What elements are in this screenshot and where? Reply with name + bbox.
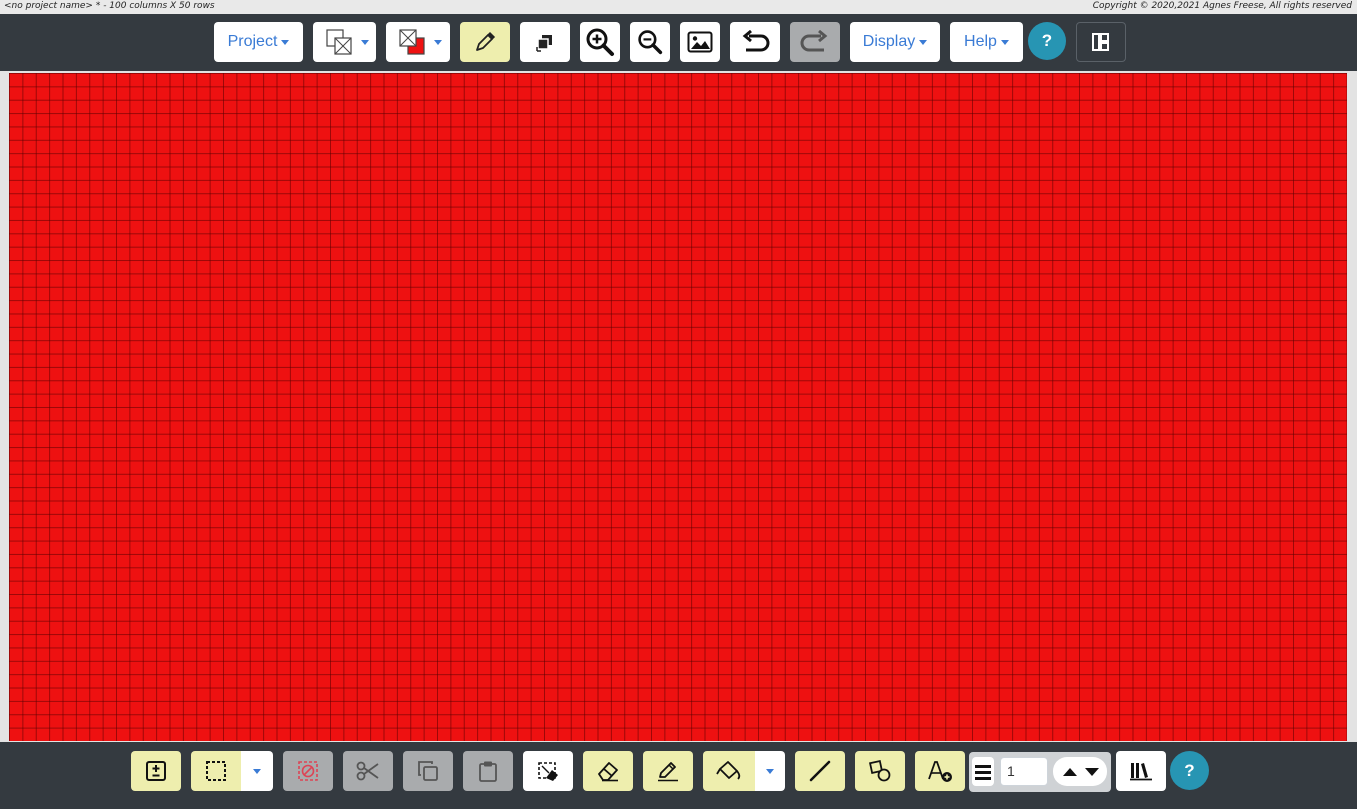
library-icon: [1130, 763, 1152, 781]
help-question-label: ?: [1041, 31, 1053, 50]
help-menu-button[interactable]: Help: [950, 22, 1023, 62]
insert-row-button[interactable]: [131, 751, 181, 791]
pencil-button[interactable]: [643, 751, 693, 791]
caret-icon: [919, 39, 928, 45]
line-width-icon-box: [972, 757, 994, 786]
help-menu-label: Help: [964, 33, 997, 50]
project-menu-label: Project: [227, 33, 278, 50]
project-info: <no project name> * - 100 columns X 50 r…: [4, 1, 215, 11]
image-button[interactable]: [680, 22, 720, 62]
eyedropper-button[interactable]: [460, 22, 510, 62]
line-width-input[interactable]: 1: [1000, 757, 1048, 786]
select-tool-dropdown[interactable]: [241, 751, 273, 791]
drawing-grid[interactable]: [9, 73, 1347, 741]
title-bar: <no project name> * - 100 columns X 50 r…: [0, 0, 1357, 14]
swap-icon: [536, 35, 552, 52]
erase-selection-button[interactable]: [523, 751, 573, 791]
zoom-in-icon: [586, 28, 614, 56]
caret-icon: [766, 768, 774, 774]
paint-bucket-icon: [716, 761, 741, 780]
eraser-button[interactable]: [583, 751, 633, 791]
eyedropper-icon: [476, 31, 496, 51]
eraser-icon: [598, 762, 618, 782]
undo-icon: [742, 30, 770, 52]
undo-button[interactable]: [730, 22, 780, 62]
background-color-dropdown[interactable]: [313, 22, 376, 62]
shapes-icon: [869, 760, 891, 782]
line-width-icon: [975, 764, 991, 780]
clipboard-icon: [479, 761, 497, 782]
selection-icon: [206, 761, 226, 781]
plus-minus-icon: [146, 761, 166, 781]
shapes-tool-button[interactable]: [855, 751, 905, 791]
stepper-arrows-icon: [1063, 767, 1099, 776]
layout-toggle-button[interactable]: [1076, 22, 1126, 62]
line-tool-button[interactable]: [795, 751, 845, 791]
copy-button[interactable]: [403, 751, 453, 791]
line-icon: [809, 760, 831, 782]
zoom-in-button[interactable]: [580, 22, 620, 62]
help-question-label: ?: [1184, 760, 1195, 780]
top-toolbar: [0, 14, 1357, 71]
library-button[interactable]: [1116, 751, 1166, 791]
fill-bucket-button[interactable]: [703, 751, 755, 791]
fill-bucket-dropdown[interactable]: [755, 751, 785, 791]
caret-icon: [281, 39, 290, 45]
color-swatch-icon: [399, 29, 442, 55]
copy-icon: [418, 761, 438, 781]
bottom-help-button[interactable]: ?: [1170, 751, 1209, 790]
text-add-icon: [928, 761, 952, 782]
scissors-icon: [356, 761, 379, 781]
redo-button[interactable]: [790, 22, 840, 62]
canvas-area: [0, 71, 1357, 742]
project-menu-button[interactable]: Project: [214, 22, 303, 62]
zoom-out-button[interactable]: [630, 22, 670, 62]
clear-selection-button[interactable]: [283, 751, 333, 791]
paste-button[interactable]: [463, 751, 513, 791]
redo-icon: [800, 30, 828, 52]
image-icon: [687, 31, 713, 53]
foreground-color-dropdown[interactable]: [386, 22, 450, 62]
cut-button[interactable]: [343, 751, 393, 791]
clear-selection-icon: [298, 761, 318, 781]
layout-icon: [1092, 33, 1109, 51]
swap-colors-button[interactable]: [520, 22, 570, 62]
add-text-button[interactable]: [915, 751, 965, 791]
caret-icon: [1000, 39, 1009, 45]
pencil-icon: [658, 762, 678, 782]
display-menu-label: Display: [862, 33, 916, 50]
eraser-selection-icon: [538, 762, 558, 781]
select-tool-button[interactable]: [191, 751, 241, 791]
color-swatch-icon: [325, 29, 369, 55]
top-help-button[interactable]: ?: [1028, 22, 1066, 60]
display-menu-button[interactable]: Display: [850, 22, 940, 62]
copyright: Copyright © 2020,2021 Agnes Freese, All …: [1092, 1, 1352, 11]
caret-icon: [253, 768, 261, 774]
line-width-stepper[interactable]: [1053, 757, 1107, 786]
zoom-out-icon: [638, 30, 663, 55]
